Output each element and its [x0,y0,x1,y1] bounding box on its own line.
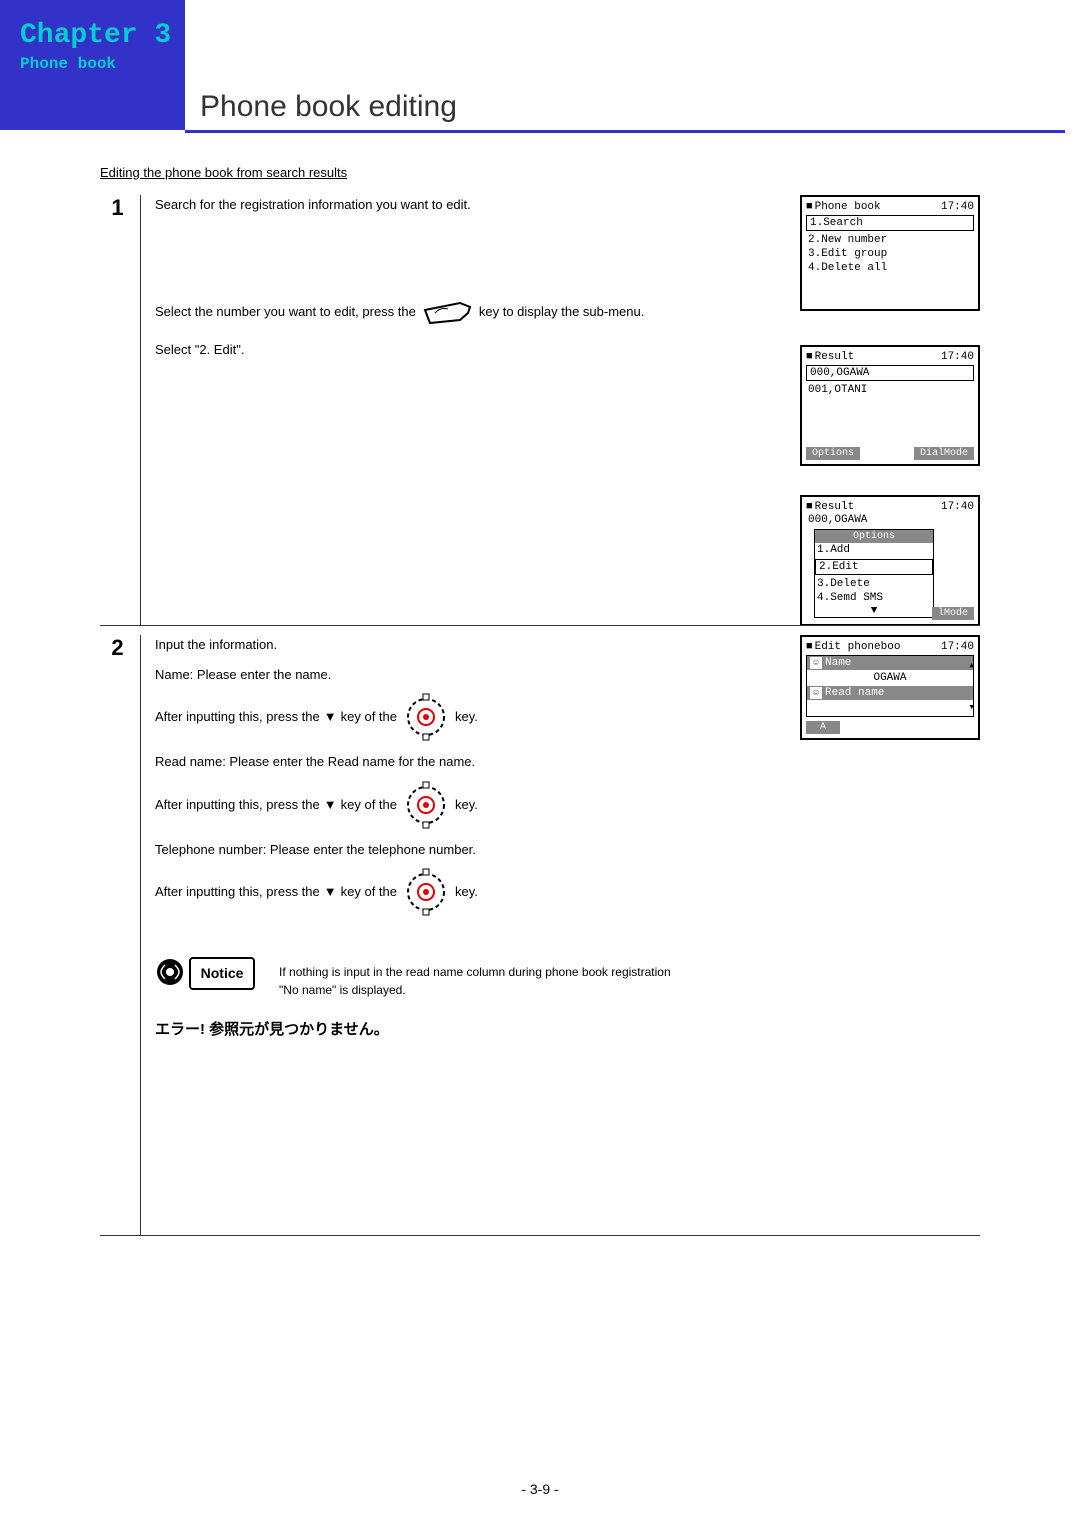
step-2-text-3c: key. [455,707,478,727]
screen-item: 4.Delete all [806,261,974,275]
step-2-text-4: Read name: Please enter the Read name fo… [155,752,775,772]
step-1-text-2b: key to display the sub-menu. [479,302,644,322]
menu-item: 4.Semd SMS [815,591,933,605]
menu-item: 3.Delete [815,577,933,591]
screen-title: Edit phoneboo [806,641,900,653]
page-title: Phone book editing [200,90,457,124]
menu-item-selected: 2.Edit [815,559,933,575]
down-arrow-icon: ▼ [324,795,337,815]
step-2-text-2: Name: Please enter the name. [155,665,775,685]
step-2-text-7a: After inputting this, press the [155,882,320,902]
step-separator [100,625,980,626]
screen-result-options: Result 17:40 000,OGAWA Options 1.Add 2.E… [800,495,980,626]
chapter-subtitle: Phone book [20,55,175,73]
step-2-text-6: Telephone number: Please enter the telep… [155,840,775,860]
step-2-text-5c: key. [455,795,478,815]
dialmode-button: DialMode [914,447,974,460]
menu-item: 1.Add [815,543,933,557]
speaker-key-icon [420,295,475,330]
down-arrow-icon: ▼ [324,882,337,902]
nav-key-icon [401,867,451,917]
step-2-text-3a: After inputting this, press the [155,707,320,727]
step-1-text-1: Search for the registration information … [155,195,775,215]
screen-item: 001,OTANI [806,383,974,397]
step-1-text-3: Select "2. Edit". [155,340,775,360]
scroll-up-icon: ▴ [968,658,975,672]
options-button: Options [806,447,860,460]
error-text: エラー! 参照元が見つかりません。 [155,1019,775,1042]
notice-text-line1: If nothing is input in the read name col… [279,965,671,979]
options-header: Options [815,530,933,543]
intro-text: Editing the phone book from search resul… [100,165,347,180]
screen-result: Result 17:40 000,OGAWA 001,OTANI Options… [800,345,980,466]
chapter-number: Chapter 3 [20,20,175,51]
down-arrow-icon: ▼ [324,707,337,727]
scroll-down-icon: ▾ [968,700,975,714]
person-icon: ☺ [810,657,822,669]
screen-title: Result [806,351,854,363]
screen-item: 1.Search [806,215,974,231]
title-underline [185,130,1065,133]
nav-key-icon [401,780,451,830]
step-2-text-1: Input the information. [155,635,775,655]
nav-key-icon [401,692,451,742]
screen-item: 3.Edit group [806,247,974,261]
step-1-text-2a: Select the number you want to edit, pres… [155,302,416,322]
mode-button: lMode [932,607,974,620]
screen-item: 000,OGAWA [806,365,974,381]
step-divider [140,195,141,625]
step-2-text-7c: key. [455,882,478,902]
field-label: Read name [825,687,884,699]
screen-item: 000,OGAWA [806,513,974,527]
step-2-text-7b: key of the [341,882,397,902]
bottom-separator [100,1235,980,1236]
screen-time: 17:40 [941,201,974,213]
step-2-text-5a: After inputting this, press the [155,795,320,815]
field-value: OGAWA [807,670,973,686]
step-2-text-5b: key of the [341,795,397,815]
person-icon: ☺ [810,687,822,699]
screen-title: Result [806,501,854,513]
screen-edit-phonebook: Edit phoneboo 17:40 ☺ Name OGAWA ☺ Read … [800,635,980,740]
step-1-number: 1 [100,195,135,221]
page-number: - 3-9 - [0,1481,1080,1497]
notice-icon [155,957,185,987]
screen-title: Phone book [806,201,881,213]
notice-label: Notice [189,957,256,990]
chapter-sidebar: Chapter 3 Phone book [0,0,185,130]
step-2-number: 2 [100,635,135,661]
screen-time: 17:40 [941,641,974,653]
field-label: Name [825,657,851,669]
mode-button-a: A [806,721,840,734]
screen-phonebook: Phone book 17:40 1.Search 2.New number 3… [800,195,980,311]
screen-item: 2.New number [806,233,974,247]
step-divider [140,635,141,1235]
step-2-text-3b: key of the [341,707,397,727]
screen-time: 17:40 [941,501,974,513]
screen-time: 17:40 [941,351,974,363]
notice-text-line2: "No name" is displayed. [279,983,406,997]
notice-text: If nothing is input in the read name col… [279,957,671,999]
down-arrow-icon: ▼ [815,605,933,617]
